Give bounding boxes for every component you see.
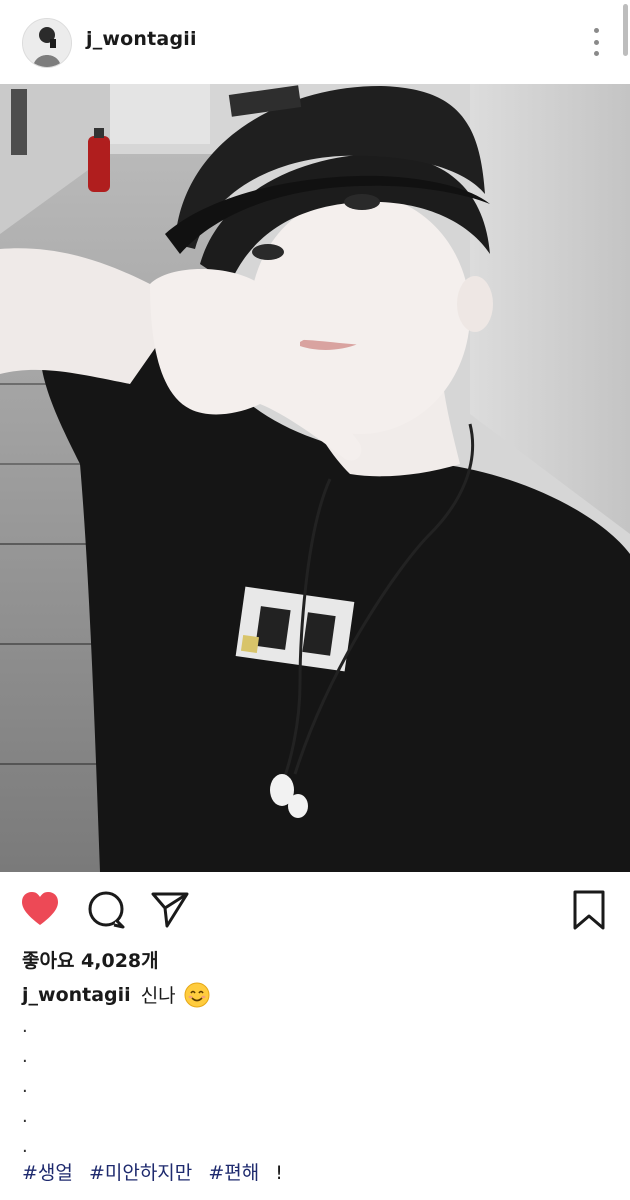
post-header: j_wontagii xyxy=(0,0,630,84)
hashtags: #생얼 #미안하지만 #편해 ! xyxy=(22,1158,283,1185)
likes-count[interactable]: 좋아요 4,028개 xyxy=(22,946,159,973)
comment-icon[interactable] xyxy=(86,890,126,930)
caption-dot-line: . xyxy=(22,1046,28,1067)
hashtag-link[interactable]: #편해 xyxy=(208,1162,259,1184)
smiling-face-emoji-icon xyxy=(184,982,210,1008)
caption-username[interactable]: j_wontagii xyxy=(22,984,131,1006)
caption: j_wontagii 신나 xyxy=(22,981,210,1008)
caption-text: 신나 xyxy=(140,985,176,1007)
post-actions xyxy=(0,872,630,942)
heart-icon[interactable] xyxy=(20,890,60,930)
hashtag-link[interactable]: #미안하지만 xyxy=(89,1162,192,1184)
more-vertical-icon[interactable] xyxy=(592,28,600,56)
caption-dots: . . . . . xyxy=(22,1012,28,1162)
hashtag-link[interactable]: #생얼 xyxy=(22,1162,73,1184)
send-icon[interactable] xyxy=(150,890,190,930)
post-photo[interactable] xyxy=(0,84,630,872)
caption-dot-line: . xyxy=(22,1076,28,1097)
caption-dot-line: . xyxy=(22,1016,28,1037)
caption-dot-line: . xyxy=(22,1106,28,1127)
avatar-image xyxy=(23,19,71,67)
post-username[interactable]: j_wontagii xyxy=(86,28,197,50)
bookmark-icon[interactable] xyxy=(570,890,610,930)
avatar[interactable] xyxy=(22,18,72,68)
selfie-photo xyxy=(0,84,630,872)
hashtag-suffix: ! xyxy=(275,1162,283,1184)
